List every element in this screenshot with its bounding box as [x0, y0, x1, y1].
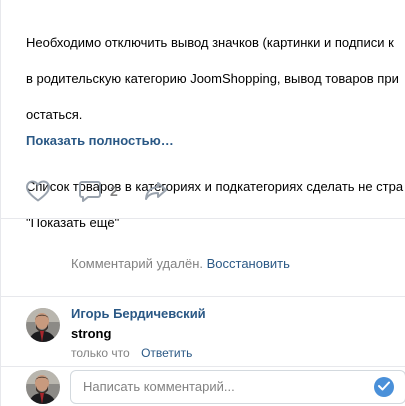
deleted-comment-text: Комментарий удалён.	[71, 256, 203, 271]
comment-time: только что	[71, 346, 130, 360]
comment-text: strong	[71, 326, 112, 341]
post-text-line: в родительскую категорию JoomShopping, в…	[26, 71, 399, 86]
like-button[interactable]	[25, 177, 51, 205]
post-card: Необходимо отключить вывод значков (карт…	[0, 0, 405, 406]
post-text-line: "Показать ещё"	[26, 215, 120, 230]
show-more-link[interactable]: Показать полностью…	[26, 133, 174, 148]
comment-input[interactable]: Написать комментарий...	[70, 370, 405, 404]
divider	[1, 218, 405, 219]
heart-icon	[25, 179, 51, 203]
comment-button[interactable]: 2	[78, 177, 118, 205]
post-actions: 2	[25, 177, 405, 205]
post-text-line: Необходимо отключить вывод значков (карт…	[26, 35, 394, 50]
comment-input-placeholder: Написать комментарий...	[83, 379, 235, 394]
divider	[1, 366, 405, 367]
comment-author-link[interactable]: Игорь Бердичевский	[71, 306, 206, 321]
avatar[interactable]	[26, 308, 60, 342]
post-text-line: остаться.	[26, 107, 83, 122]
check-send-icon	[378, 378, 390, 396]
share-button[interactable]	[143, 177, 169, 205]
comment-bubble-icon	[78, 179, 102, 203]
deleted-comment-notice: Комментарий удалён. Восстановить	[71, 256, 290, 271]
avatar[interactable]	[26, 370, 60, 404]
comment-meta: только что Ответить	[71, 346, 192, 360]
share-arrow-icon	[143, 179, 169, 203]
reply-link[interactable]: Ответить	[141, 346, 192, 360]
divider	[1, 296, 405, 297]
send-button[interactable]	[374, 377, 394, 397]
restore-comment-link[interactable]: Восстановить	[207, 256, 290, 271]
comment-count: 2	[110, 183, 118, 199]
